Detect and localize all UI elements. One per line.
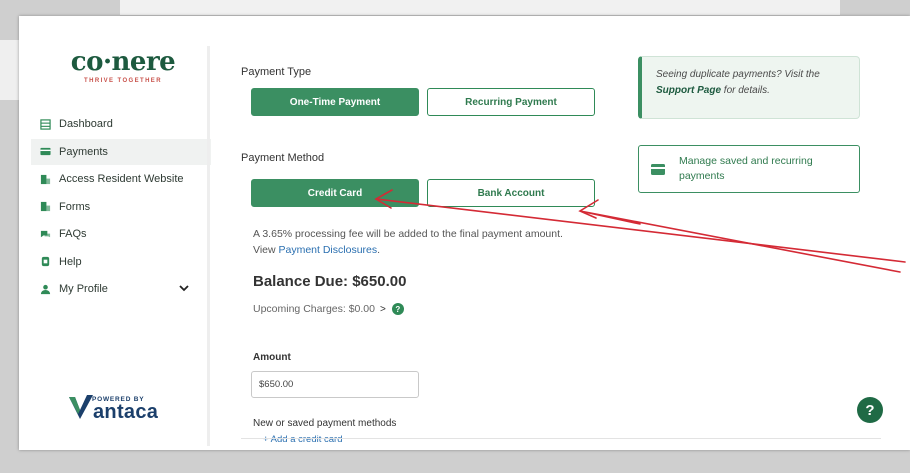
help-icon <box>39 256 51 268</box>
fee-view-text: View <box>253 244 279 256</box>
faq-icon <box>39 228 51 240</box>
logo-tagline: THRIVE TOGETHER <box>84 78 162 84</box>
notice-prefix: Seeing duplicate payments? Visit the <box>656 69 820 80</box>
manage-saved-recurring-label: Manage saved and recurring payments <box>679 155 813 182</box>
credit-card-icon <box>39 146 51 158</box>
manage-saved-recurring-button[interactable]: Manage saved and recurring payments <box>638 145 860 193</box>
sidebar-item-forms[interactable]: Forms <box>31 194 211 220</box>
sidebar-item-label: Help <box>59 255 82 268</box>
sidebar-item-label: Dashboard <box>59 118 113 130</box>
sidebar-item-my-profile[interactable]: My Profile <box>31 276 211 302</box>
duplicate-payments-notice: Seeing duplicate payments? Visit the Sup… <box>638 56 860 119</box>
sidebar-item-label: Payments <box>59 145 108 158</box>
sidebar-item-access-resident-website[interactable]: Access Resident Website <box>31 166 211 192</box>
sidebar-item-faqs[interactable]: FAQs <box>31 221 211 247</box>
dashboard-icon <box>39 118 51 130</box>
credit-card-icon <box>651 163 665 175</box>
app-window: co·nere THRIVE TOGETHER Dashboard Paymen… <box>19 16 910 450</box>
question-circle-icon[interactable]: ? <box>391 303 404 315</box>
amount-input[interactable] <box>251 371 419 398</box>
bank-account-button[interactable]: Bank Account <box>427 179 595 207</box>
one-time-payment-button[interactable]: One-Time Payment <box>251 88 419 116</box>
chevron-down-icon[interactable] <box>179 284 189 295</box>
sidebar-item-label: Access Resident Website <box>59 173 184 185</box>
fee-text-line-2: View Payment Disclosures. <box>253 242 633 258</box>
credit-card-button[interactable]: Credit Card <box>251 179 419 207</box>
support-page-link[interactable]: Support Page <box>656 85 721 96</box>
chevron-right-icon: > <box>380 303 386 315</box>
sidebar-item-help[interactable]: Help <box>31 249 211 275</box>
upcoming-charges-toggle[interactable]: Upcoming Charges: $0.00 > ? <box>253 303 404 315</box>
building-icon <box>39 173 51 185</box>
sidebar-item-label: FAQs <box>59 228 87 240</box>
payment-method-label: Payment Method <box>241 152 325 164</box>
payment-methods-label: New or saved payment methods <box>253 418 397 429</box>
form-icon <box>39 201 51 213</box>
sidebar-item-payments[interactable]: Payments <box>31 138 211 165</box>
sidebar-item-dashboard[interactable]: Dashboard <box>31 111 211 137</box>
notice-suffix: for details. <box>721 85 770 96</box>
sidebar-nav: Dashboard Payments Access Resident Websi… <box>31 111 211 304</box>
payment-disclosures-link[interactable]: Payment Disclosures <box>279 244 378 256</box>
sidebar-divider <box>207 46 210 446</box>
user-icon <box>39 283 51 295</box>
payment-type-label: Payment Type <box>241 66 312 78</box>
sidebar-item-label: My Profile <box>59 283 108 295</box>
sidebar-item-label: Forms <box>59 200 91 213</box>
fee-text-line: A 3.65% processing fee will be added to … <box>253 228 563 240</box>
help-chat-button[interactable]: ? <box>857 397 883 423</box>
conere-logo[interactable]: co·nere THRIVE TOGETHER <box>63 48 183 84</box>
logo-wordmark: co·nere <box>70 47 176 77</box>
vantaca-v-icon <box>69 395 93 419</box>
upcoming-charges-text: Upcoming Charges: $0.00 <box>253 303 375 315</box>
footer-divider <box>241 438 881 439</box>
recurring-payment-button[interactable]: Recurring Payment <box>427 88 595 116</box>
sidebar: co·nere THRIVE TOGETHER Dashboard Paymen… <box>19 16 215 450</box>
amount-label: Amount <box>253 352 291 363</box>
background-window-edge <box>120 0 840 16</box>
processing-fee-notice: A 3.65% processing fee will be added to … <box>253 226 633 258</box>
vantaca-wordmark: antaca <box>93 401 159 423</box>
balance-due: Balance Due: $650.00 <box>253 273 407 290</box>
payment-form: Payment Type One-Time Payment Recurring … <box>241 16 661 450</box>
fee-end-text: . <box>377 244 381 256</box>
